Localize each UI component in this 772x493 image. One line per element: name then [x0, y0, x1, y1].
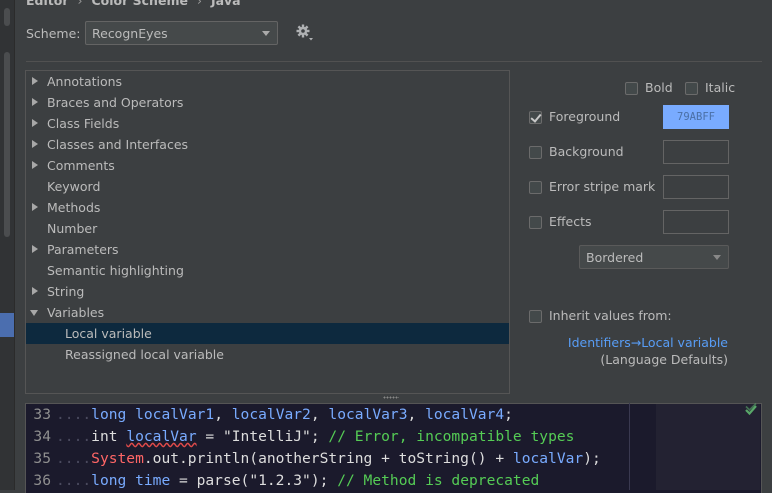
background-label: Background: [549, 144, 624, 159]
chevron-down-icon: [262, 31, 270, 36]
background-color-swatch[interactable]: [663, 140, 729, 164]
scheme-dropdown-value: RecognEyes: [92, 26, 168, 41]
left-nav-strip: [0, 0, 15, 490]
tree-item-label: Classes and Interfaces: [47, 137, 189, 152]
chevron-right-icon[interactable]: [32, 98, 38, 106]
tree-item-label: Methods: [47, 200, 101, 215]
chevron-down-icon[interactable]: [30, 310, 38, 316]
scheme-label: Scheme:: [26, 26, 81, 41]
breadcrumb-separator: ›: [77, 0, 83, 8]
breadcrumb-separator: ›: [196, 0, 202, 8]
chevron-right-icon[interactable]: [32, 119, 38, 127]
code-text: System.out.println(anotherString + toStr…: [91, 450, 601, 467]
code-text: long time = parse("1.2.3"); // Method is…: [91, 472, 540, 489]
tree-item[interactable]: Class Fields: [26, 113, 509, 134]
attribute-tree[interactable]: Annotations Braces and Operators Class Fie…: [25, 70, 510, 394]
foreground-checkbox[interactable]: [529, 111, 542, 124]
code-line: 36 ....long time = parse("1.2.3"); // Met…: [26, 470, 539, 492]
separator: [26, 61, 762, 62]
code-line: 35 ....System.out.println(anotherString +…: [26, 448, 601, 470]
indent-guide: ....: [56, 450, 92, 467]
tree-item-label: Annotations: [47, 74, 123, 89]
error-stripe-label: Error stripe mark: [549, 179, 656, 194]
tree-item-label: String: [47, 284, 85, 299]
scheme-dropdown[interactable]: RecognEyes: [85, 21, 278, 45]
chevron-right-icon[interactable]: [32, 161, 38, 169]
italic-checkbox[interactable]: [685, 82, 698, 95]
tree-item-label: Comments: [47, 158, 115, 173]
bold-checkbox[interactable]: [625, 82, 638, 95]
tree-item-label: Parameters: [47, 242, 119, 257]
tree-item[interactable]: Semantic highlighting: [26, 260, 509, 281]
tree-item[interactable]: Classes and Interfaces: [26, 134, 509, 155]
indent-guide: ....: [56, 428, 92, 445]
breadcrumb-item[interactable]: Color Scheme: [92, 0, 188, 8]
tree-item[interactable]: Reassigned local variable: [26, 344, 509, 365]
error-stripe-color-swatch[interactable]: [663, 175, 729, 199]
code-line: 33 ....long localVar1, localVar2, localVa…: [26, 404, 513, 426]
chevron-down-icon: [713, 255, 721, 260]
inherit-source-note: (Language Defaults): [600, 352, 728, 367]
nav-selected-marker[interactable]: [0, 313, 14, 337]
tree-item[interactable]: Braces and Operators: [26, 92, 509, 113]
line-number: 34: [33, 428, 51, 445]
check-icon: [744, 402, 758, 417]
tree-item-label: Number: [47, 221, 98, 236]
chevron-right-icon[interactable]: [32, 77, 38, 85]
effects-color-swatch[interactable]: [663, 210, 729, 234]
tree-item-label: Variables: [47, 305, 105, 320]
code-text: long localVar1, localVar2, localVar3, lo…: [91, 406, 513, 423]
indent-guide: ....: [56, 406, 92, 423]
right-margin-guide: [629, 403, 630, 490]
breadcrumb-item: Java: [210, 0, 241, 8]
tree-item[interactable]: Local variable: [26, 323, 509, 344]
chevron-right-icon[interactable]: [32, 140, 38, 148]
indent-guide: ....: [56, 472, 92, 489]
error-stripe-checkbox[interactable]: [529, 181, 542, 194]
breadcrumb: Editor › Color Scheme › Java: [26, 0, 241, 11]
chevron-right-icon[interactable]: [32, 203, 38, 211]
tree-item-label: Class Fields: [47, 116, 120, 131]
chevron-right-icon[interactable]: [32, 245, 38, 253]
foreground-label: Foreground: [549, 109, 621, 124]
line-number: 35: [33, 450, 51, 467]
inherit-label: Inherit values from:: [549, 308, 672, 323]
inherit-checkbox[interactable]: [529, 310, 542, 323]
tree-item[interactable]: Parameters: [26, 239, 509, 260]
tree-item-label: Local variable: [65, 326, 152, 341]
italic-label: Italic: [705, 80, 736, 95]
tree-item[interactable]: String: [26, 281, 509, 302]
tree-item[interactable]: Annotations: [26, 71, 509, 92]
nav-scrollbar-top[interactable]: [4, 8, 10, 26]
code-preview[interactable]: 33 ....long localVar1, localVar2, localVa…: [25, 403, 762, 493]
line-number: 33: [33, 406, 51, 423]
tree-item[interactable]: Variables: [26, 302, 509, 323]
line-number: 36: [33, 472, 51, 489]
effects-label: Effects: [549, 214, 592, 229]
code-text: int localVar = "IntelliJ"; // Error, inc…: [91, 428, 575, 445]
nav-scrollbar-thumb[interactable]: [4, 52, 10, 237]
foreground-color-swatch[interactable]: 79ABFF: [663, 105, 729, 129]
tree-item-label: Keyword: [47, 179, 101, 194]
effects-style-value: Bordered: [586, 250, 644, 265]
tree-item-label: Braces and Operators: [47, 95, 184, 110]
tree-item[interactable]: Comments: [26, 155, 509, 176]
tree-item[interactable]: Methods: [26, 197, 509, 218]
tree-item-label: Semantic highlighting: [47, 263, 184, 278]
tree-item-label: Reassigned local variable: [65, 347, 224, 362]
splitter-handle[interactable]: [383, 396, 399, 399]
code-line: 34 ....int localVar = "IntelliJ"; // Erro…: [26, 426, 574, 448]
breadcrumb-item[interactable]: Editor: [26, 0, 69, 8]
tree-item[interactable]: Keyword: [26, 176, 509, 197]
inherit-source-link[interactable]: Identifiers→Local variable: [568, 335, 728, 350]
bold-label: Bold: [645, 80, 673, 95]
gear-icon[interactable]: [294, 22, 314, 42]
background-checkbox[interactable]: [529, 146, 542, 159]
effects-style-dropdown[interactable]: Bordered: [579, 245, 729, 269]
chevron-right-icon[interactable]: [32, 287, 38, 295]
tree-item[interactable]: Number: [26, 218, 509, 239]
effects-checkbox[interactable]: [529, 216, 542, 229]
